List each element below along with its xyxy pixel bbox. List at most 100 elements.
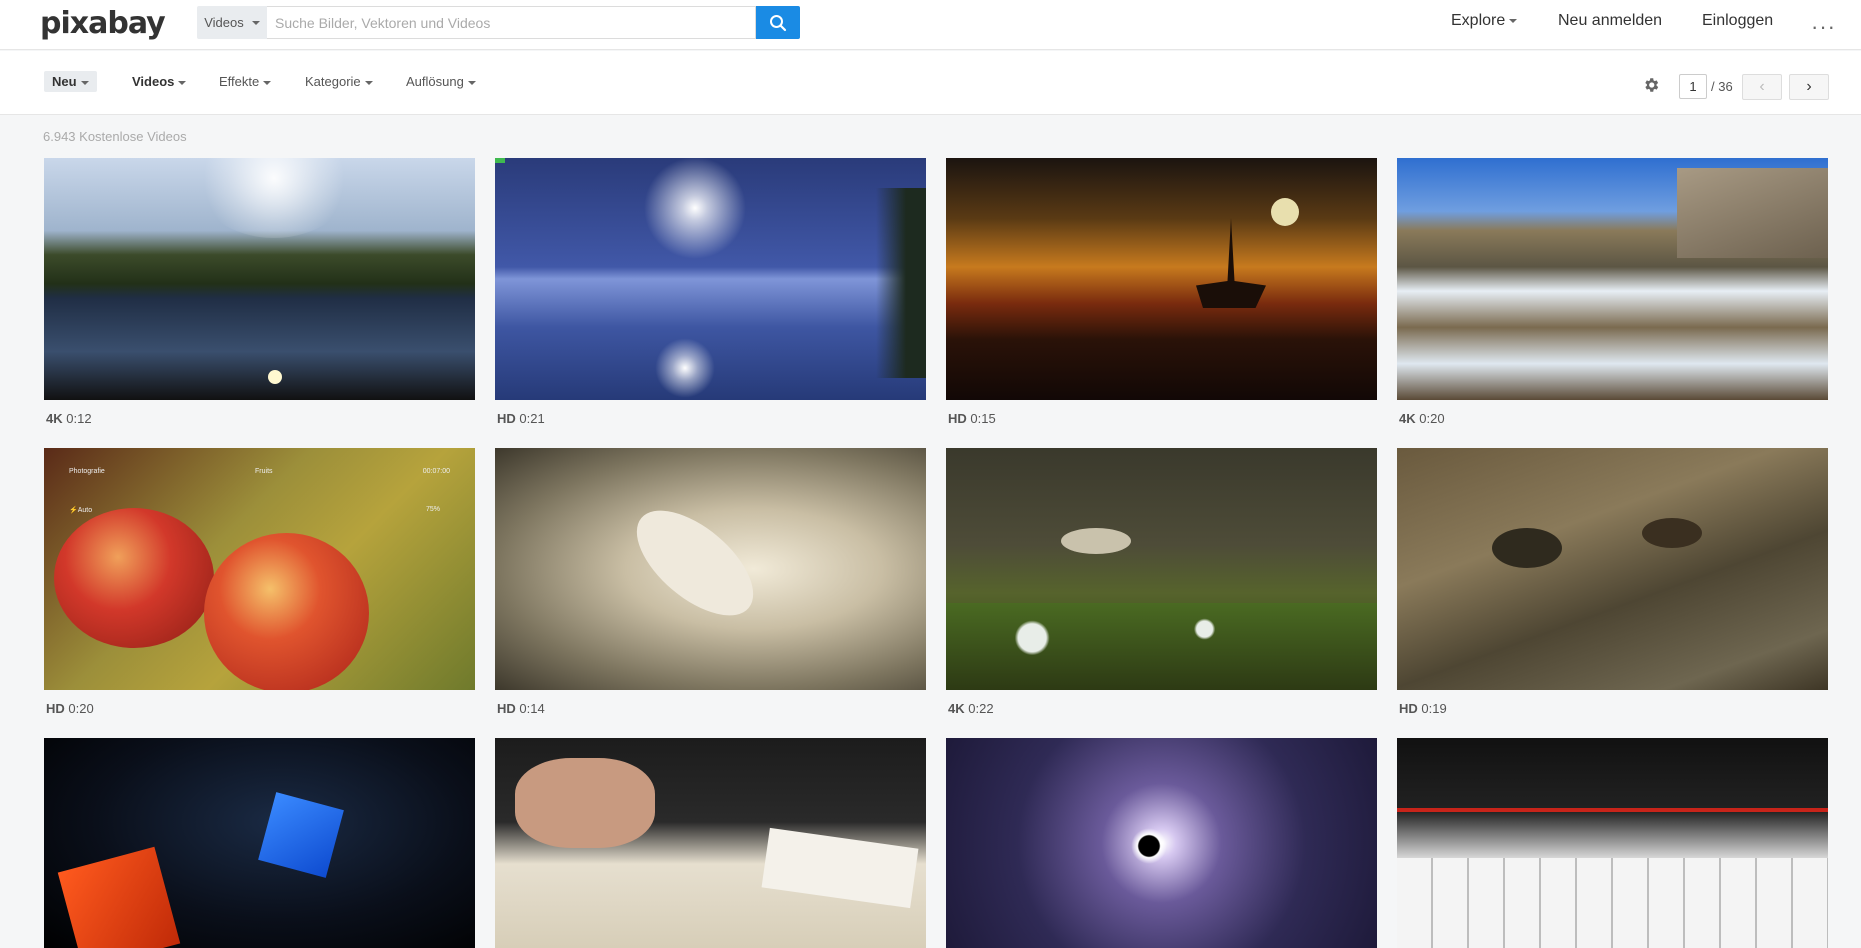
video-thumbnail[interactable] [44,158,475,400]
overlay-timer: 00:07:00 [422,468,450,475]
video-card[interactable]: HD 0:15 [946,158,1377,426]
register-link[interactable]: Neu anmelden [1558,12,1662,30]
category-filter-label: Kategorie [305,74,361,89]
chevron-down-icon [1509,18,1518,23]
search-bar: Videos [197,6,800,39]
star-burst-center [1131,828,1167,864]
tree-silhouette [876,188,926,378]
login-link[interactable]: Einloggen [1702,12,1773,30]
video-thumbnail[interactable]: Photografie Fruits 00:07:00 ⚡Auto 75% [44,448,475,690]
effects-filter-label: Effekte [219,74,260,89]
overlay-battery: 75% [425,506,440,513]
explore-menu[interactable]: Explore [1451,12,1518,30]
top-header: pixabay Videos Explore Neu anmelden Einl… [0,0,1861,50]
duck [1642,518,1702,548]
search-type-label: Videos [204,15,244,30]
video-duration: 0:19 [1421,701,1447,716]
prev-page-button[interactable]: ‹ [1742,74,1782,100]
blue-cube [258,792,344,878]
video-thumbnail[interactable] [1397,448,1828,690]
sort-filter-label: Neu [52,74,77,89]
search-input[interactable] [267,6,756,39]
video-card[interactable]: 4K 0:20 [1397,158,1828,426]
sun-reflection [268,370,282,384]
pirate-ship [1196,218,1266,308]
red-cube [57,846,181,948]
search-type-dropdown[interactable]: Videos [197,6,267,39]
video-thumbnail[interactable] [946,158,1377,400]
video-card[interactable]: HD 0:21 [495,158,926,426]
video-thumbnail[interactable] [1397,738,1828,948]
video-duration: 0:12 [66,411,92,426]
piano-keys [1397,858,1828,948]
paper-sheet [761,827,919,909]
violin [618,491,772,635]
filter-bar: Neu Videos Effekte Kategorie Auflösung 1… [0,51,1861,115]
explore-label: Explore [1451,12,1506,29]
video-card[interactable]: 4K 0:22 [946,448,1377,716]
page-total: / 36 [1711,79,1733,94]
video-card[interactable] [44,738,475,948]
moss-ground [946,603,1377,690]
quality-badge: HD [948,411,967,426]
apple [204,533,369,690]
video-card[interactable] [1397,738,1828,948]
sun-reflection [655,338,715,398]
category-filter[interactable]: Kategorie [305,74,373,89]
chevron-down-icon [178,80,187,85]
sun-glare [194,158,354,238]
video-duration: 0:22 [968,701,994,716]
video-thumbnail[interactable] [1397,158,1828,400]
video-meta: HD 0:14 [495,701,926,716]
quality-badge: HD [497,701,516,716]
quality-badge: 4K [1399,411,1416,426]
chevron-down-icon [80,80,89,85]
rock-cliff [1677,168,1828,258]
chevron-down-icon [364,80,373,85]
video-thumbnail[interactable] [946,738,1377,948]
overlay-mode: Photografie [69,468,105,475]
video-card[interactable] [946,738,1377,948]
video-thumbnail[interactable] [44,738,475,948]
chevron-down-icon [467,80,476,85]
chevron-right-icon: › [1806,78,1812,95]
pixabay-logo[interactable]: pixabay [40,6,166,41]
video-thumbnail[interactable] [495,448,926,690]
video-card[interactable]: 4K 0:12 [44,158,475,426]
video-card[interactable]: HD 0:19 [1397,448,1828,716]
quality-badge: 4K [948,701,965,716]
type-filter[interactable]: Videos [132,74,187,89]
camera-overlay-top: Photografie Fruits 00:07:00 [44,468,475,482]
settings-gear-icon[interactable] [1642,76,1660,94]
video-card[interactable] [495,738,926,948]
sort-filter[interactable]: Neu [44,71,97,92]
video-duration: 0:20 [1419,411,1445,426]
effects-filter[interactable]: Effekte [219,74,272,89]
more-menu-icon[interactable]: ··· [1811,14,1836,40]
next-page-button[interactable]: › [1789,74,1829,100]
video-meta: HD 0:21 [495,411,926,426]
video-card[interactable]: Photografie Fruits 00:07:00 ⚡Auto 75% HD… [44,448,475,716]
page-number-input[interactable]: 1 [1679,74,1707,99]
moon [1271,198,1299,226]
overlay-album: Fruits [255,468,273,475]
video-duration: 0:15 [970,411,996,426]
apple [54,508,214,648]
chevron-down-icon [263,80,272,85]
duck [1492,528,1562,568]
progress-marker [495,158,505,163]
video-meta: HD 0:20 [44,701,475,716]
video-thumbnail[interactable] [495,738,926,948]
video-meta: 4K 0:22 [946,701,1377,716]
quality-badge: 4K [46,411,63,426]
mushroom [1061,528,1131,554]
resolution-filter[interactable]: Auflösung [406,74,476,89]
video-thumbnail[interactable] [946,448,1377,690]
video-thumbnail[interactable] [495,158,926,400]
video-duration: 0:20 [68,701,94,716]
video-card[interactable]: HD 0:14 [495,448,926,716]
search-button[interactable] [756,6,800,39]
resolution-filter-label: Auflösung [406,74,464,89]
video-meta: HD 0:19 [1397,701,1828,716]
sun-glare [635,158,755,268]
